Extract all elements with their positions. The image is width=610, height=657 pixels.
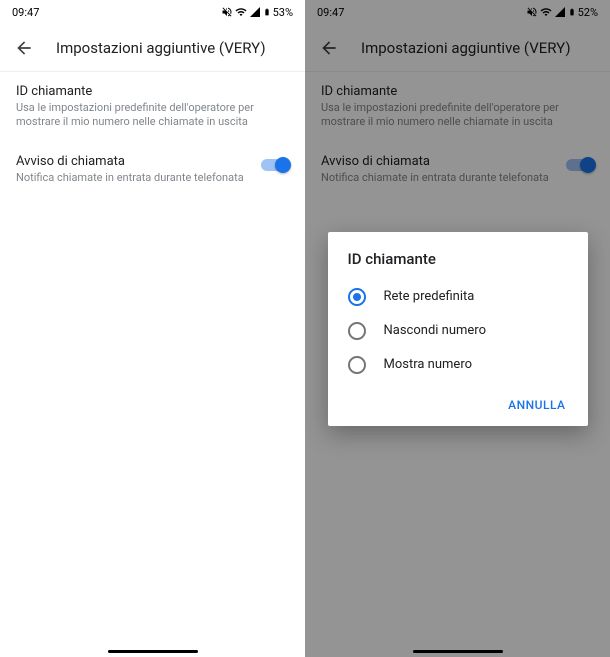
caller-id-setting[interactable]: ID chiamante Usa le impostazioni predefi… bbox=[0, 72, 305, 142]
setting-desc: Usa le impostazioni predefinite dell'ope… bbox=[16, 101, 281, 130]
caller-id-dialog: ID chiamante Rete predefinita Nascondi n… bbox=[328, 232, 588, 426]
dialog-actions: ANNULLA bbox=[328, 382, 588, 418]
radio-icon bbox=[348, 322, 366, 340]
wifi-icon bbox=[235, 6, 247, 18]
nav-handle[interactable] bbox=[108, 650, 198, 653]
app-bar: Impostazioni aggiuntive (VERY) bbox=[0, 24, 305, 72]
battery-icon bbox=[263, 6, 271, 18]
status-bar: 09:47 53% bbox=[0, 0, 305, 24]
radio-option-hide-number[interactable]: Nascondi numero bbox=[328, 314, 588, 348]
page-title: Impostazioni aggiuntive (VERY) bbox=[56, 39, 266, 57]
radio-option-show-number[interactable]: Mostra numero bbox=[328, 348, 588, 382]
dialog-title: ID chiamante bbox=[328, 250, 588, 280]
status-icons: 53% bbox=[221, 6, 293, 19]
setting-desc: Notifica chiamate in entrata durante tel… bbox=[16, 171, 253, 185]
screen-settings: 09:47 53% Impostazioni aggiuntive (VERY)… bbox=[0, 0, 305, 657]
radio-icon bbox=[348, 288, 366, 306]
screen-settings-dialog: 09:47 52% Impostazioni aggiuntive (VERY)… bbox=[305, 0, 610, 657]
cancel-button[interactable]: ANNULLA bbox=[498, 392, 575, 418]
radio-label: Rete predefinita bbox=[384, 289, 475, 304]
settings-list: ID chiamante Usa le impostazioni predefi… bbox=[0, 72, 305, 197]
dialog-scrim[interactable]: ID chiamante Rete predefinita Nascondi n… bbox=[305, 0, 610, 657]
call-waiting-switch[interactable] bbox=[261, 158, 289, 172]
radio-label: Mostra numero bbox=[384, 357, 473, 372]
setting-title: Avviso di chiamata bbox=[16, 154, 253, 169]
radio-option-network-default[interactable]: Rete predefinita bbox=[328, 280, 588, 314]
setting-title: ID chiamante bbox=[16, 84, 281, 99]
battery-text: 53% bbox=[273, 6, 293, 19]
back-button[interactable] bbox=[8, 32, 40, 64]
signal-icon bbox=[249, 6, 261, 18]
mute-icon bbox=[221, 6, 233, 18]
call-waiting-setting[interactable]: Avviso di chiamata Notifica chiamate in … bbox=[0, 142, 305, 197]
radio-label: Nascondi numero bbox=[384, 323, 487, 338]
status-time: 09:47 bbox=[12, 6, 39, 19]
arrow-back-icon bbox=[14, 38, 34, 58]
radio-icon bbox=[348, 356, 366, 374]
